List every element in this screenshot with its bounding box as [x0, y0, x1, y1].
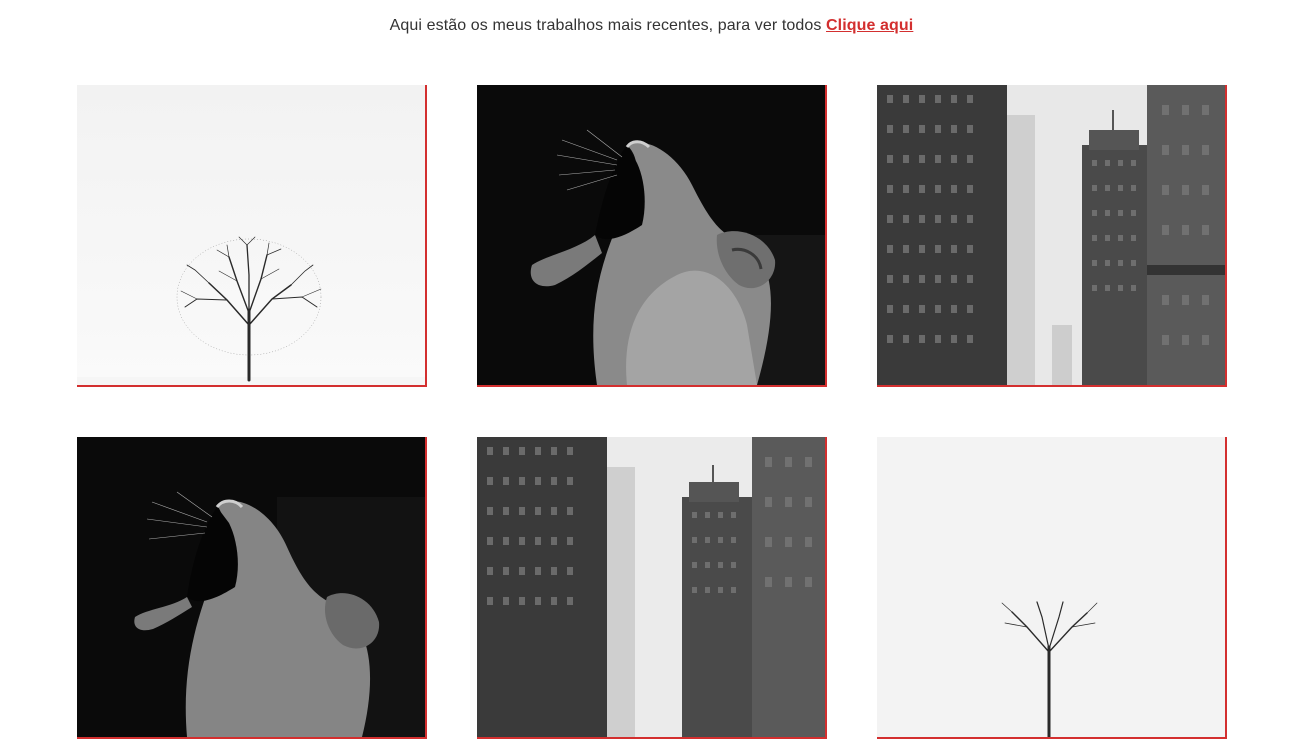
gallery-item-lioness[interactable] [477, 85, 827, 387]
gallery-item-city[interactable] [877, 85, 1227, 387]
intro-text: Aqui estão os meus trabalhos mais recent… [0, 15, 1303, 37]
gallery-item-tree-2[interactable] [877, 437, 1227, 739]
city-photo [477, 437, 825, 737]
tree-photo [77, 85, 425, 385]
intro-message: Aqui estão os meus trabalhos mais recent… [389, 17, 822, 34]
gallery-item-lioness-2[interactable] [77, 437, 427, 739]
lioness-photo [77, 437, 425, 737]
tree-photo [877, 437, 1225, 737]
lioness-photo [477, 85, 825, 385]
gallery-item-city-2[interactable] [477, 437, 827, 739]
gallery-item-tree[interactable] [77, 85, 427, 387]
see-all-link[interactable]: Clique aqui [826, 17, 913, 34]
city-photo [877, 85, 1225, 385]
